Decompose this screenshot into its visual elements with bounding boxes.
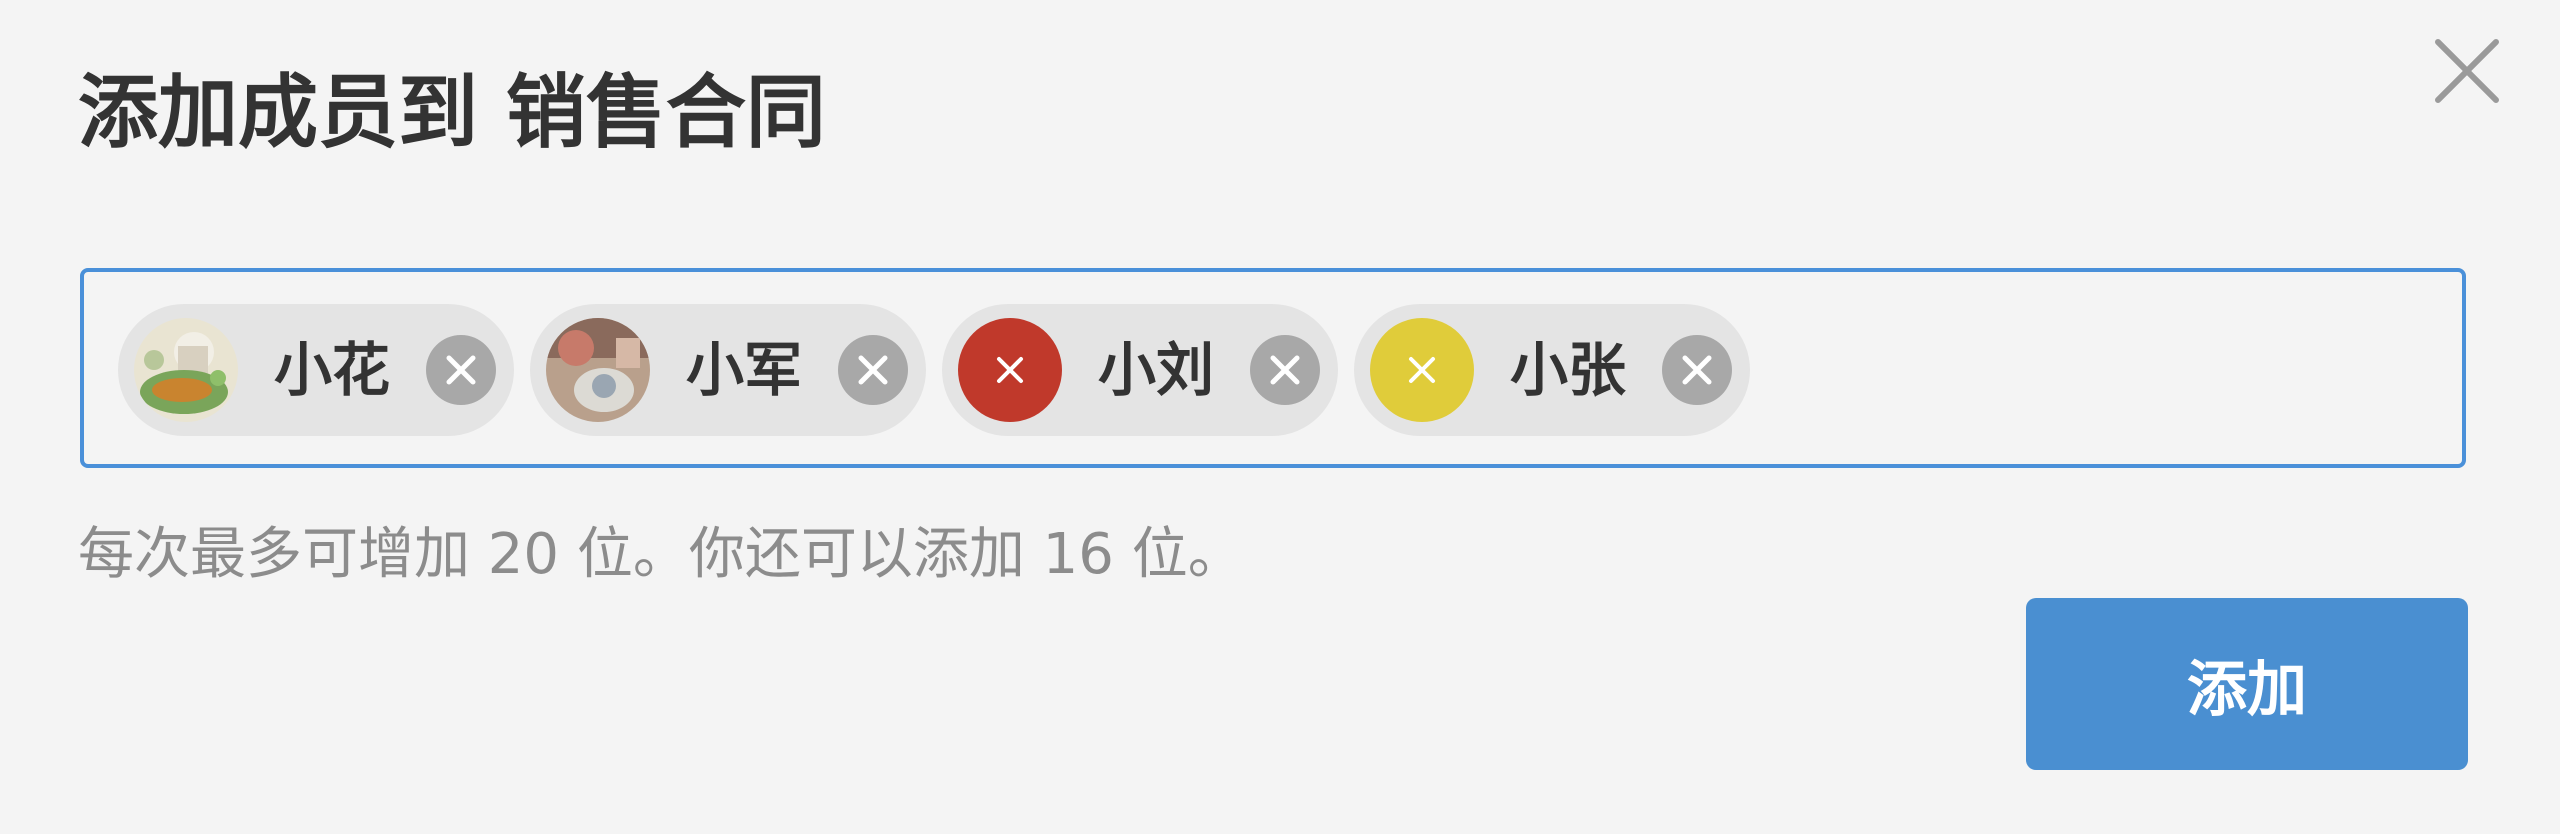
member-chip-list: 小花 小军 小刘 小张 [118,304,1766,436]
member-limit-hint: 每次最多可增加 20 位。你还可以添加 16 位。 [78,522,1244,587]
letter-avatar-x [1370,318,1475,422]
dialog-title: 添加成员到 销售合同 [78,66,826,159]
add-button[interactable]: 添加 [2026,598,2468,770]
remove-member-button[interactable] [1250,335,1321,405]
close-icon [2435,39,2499,103]
remove-circle-icon [446,355,476,385]
close-button[interactable] [2432,36,2502,106]
member-name: 小刘 [1098,336,1215,404]
remove-circle-icon [1270,355,1300,385]
member-chip: 小花 [118,304,515,436]
remove-circle-icon [858,355,888,385]
remove-member-button[interactable] [838,335,909,405]
letter-avatar-x [958,318,1063,422]
add-members-dialog: 添加成员到 销售合同 小花 小军 小刘 小张 每次最多可增加 20 位。你还可以… [0,0,2560,834]
remove-member-button[interactable] [426,335,497,405]
remove-member-button[interactable] [1662,335,1733,405]
member-name: 小花 [274,336,391,404]
member-chip: 小刘 [942,304,1339,436]
member-name: 小张 [1510,336,1627,404]
members-input[interactable]: 小花 小军 小刘 小张 [80,268,2466,468]
remove-circle-icon [1682,355,1712,385]
photo-avatar-items [546,318,651,422]
photo-avatar-food [134,318,238,422]
member-chip: 小张 [1354,304,1751,436]
member-name: 小军 [686,336,803,404]
member-chip: 小军 [530,304,927,436]
